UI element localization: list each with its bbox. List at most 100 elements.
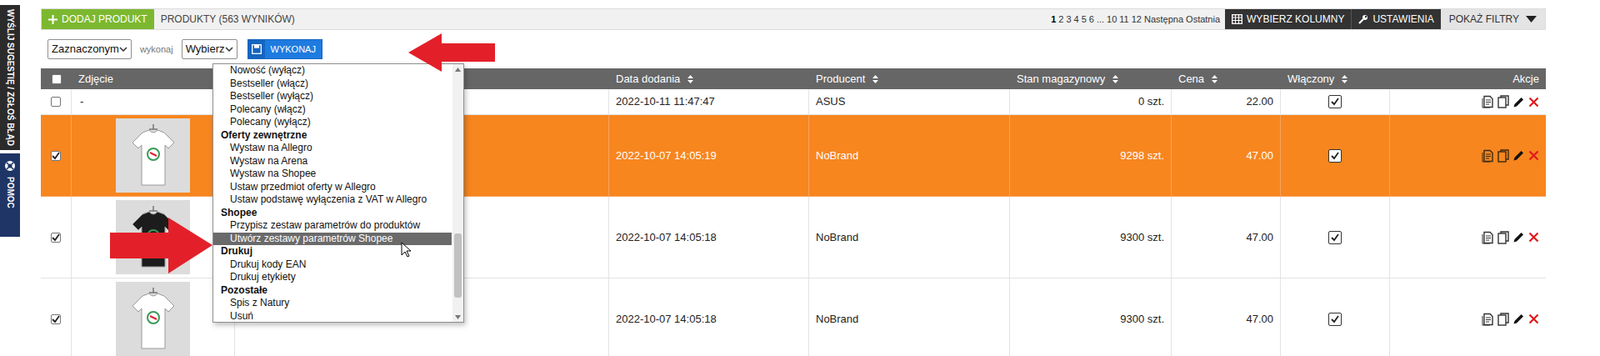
stock-text: 9298 szt. (1120, 147, 1165, 165)
show-filters-button[interactable]: POKAŻ FILTRY (1440, 9, 1545, 30)
delete-button[interactable] (1528, 96, 1540, 108)
dropdown-option[interactable]: Bestseller (włącz) (213, 77, 452, 91)
sort-icon (1340, 74, 1349, 85)
page-link[interactable]: 10 (1106, 12, 1117, 27)
dropdown-option[interactable]: Ustaw przedmiot oferty w Allegro (213, 180, 452, 195)
duplicate-button[interactable] (1497, 230, 1510, 245)
page-link[interactable]: 1 (1050, 12, 1056, 27)
edit-button[interactable] (1512, 95, 1525, 109)
delete-button[interactable] (1528, 231, 1540, 243)
row-select-cell (40, 115, 72, 196)
feedback-sidebar: WYŚLIJ SUGESTIĘ / ZGŁOŚ BŁĄD POMOC (0, 0, 20, 356)
delete-button[interactable] (1528, 313, 1540, 325)
page-link[interactable]: 5 (1081, 12, 1087, 27)
date-text: 2022-10-07 14:05:19 (615, 147, 717, 165)
edit-button[interactable] (1512, 312, 1525, 325)
help-tab[interactable]: POMOC (0, 153, 20, 237)
enabled-cell (1280, 196, 1390, 278)
details-button[interactable] (1481, 149, 1495, 163)
dropdown-option[interactable]: Drukuj kody EAN (213, 258, 452, 272)
dropdown-group: Oferty zewnętrzne (213, 129, 452, 143)
copy-icon (1497, 95, 1510, 109)
scroll-thumb[interactable] (454, 233, 462, 298)
pencil-icon (1512, 312, 1525, 325)
column-label: Producent (815, 70, 865, 88)
details-button[interactable] (1481, 312, 1495, 326)
table-icon (1231, 14, 1243, 25)
page-link[interactable]: ... (1096, 12, 1105, 27)
dropdown-option[interactable]: Usuń (213, 310, 452, 324)
column-label: Stan magazynowy (1016, 70, 1105, 88)
notes-icon (1481, 230, 1495, 245)
checkbox[interactable] (1328, 149, 1342, 163)
suggestion-tab[interactable]: WYŚLIJ SUGESTIĘ / ZGŁOŚ BŁĄD (0, 5, 20, 150)
execute-button[interactable]: WYKONAJ (247, 39, 323, 60)
duplicate-button[interactable] (1497, 95, 1510, 109)
checkbox[interactable] (50, 232, 61, 243)
action-dropdown[interactable]: Nowość (wyłącz)Bestseller (włącz)Bestsel… (212, 63, 465, 323)
details-button[interactable] (1481, 230, 1495, 245)
header-cell[interactable]: Stan magazynowy (1010, 68, 1172, 90)
page-link[interactable]: 11 (1119, 12, 1129, 27)
dropdown-option[interactable]: Spis z Natury (213, 296, 452, 310)
duplicate-button[interactable] (1497, 312, 1510, 326)
dropdown-option[interactable]: Ustaw podstawę wyłączenia z VAT w Allegr… (213, 193, 452, 207)
checkbox[interactable] (1328, 95, 1342, 109)
edit-button[interactable] (1512, 230, 1525, 244)
dropdown-option[interactable]: Przypisz zestaw parametrów do produktów (213, 219, 452, 233)
product-photo[interactable] (115, 118, 190, 193)
scroll-down-icon (455, 311, 461, 322)
column-label: Zdjęcie (78, 70, 114, 88)
notes-icon (1481, 95, 1495, 109)
edit-button[interactable] (1512, 149, 1525, 162)
add-product-button[interactable]: DODAJ PRODUKT (41, 9, 155, 30)
header-cell[interactable]: Producent (809, 68, 1010, 90)
page-link[interactable]: 6 (1089, 12, 1095, 27)
dropdown-option[interactable]: Polecany (wyłącz) (213, 115, 452, 130)
producer-text: NoBrand (815, 147, 859, 165)
scope-select[interactable]: Zaznaczonym (47, 39, 132, 60)
row-select-cell (40, 196, 72, 278)
dropdown-option[interactable]: Wystaw na Allegro (213, 141, 452, 155)
stock-text: 0 szt. (1138, 93, 1165, 110)
delete-button[interactable] (1528, 150, 1540, 161)
page-link[interactable]: 2 (1058, 12, 1064, 27)
scroll-up-icon (455, 64, 461, 75)
page-link[interactable]: Następna (1144, 12, 1184, 27)
dropdown-option[interactable]: Wystaw na Arena (213, 155, 452, 169)
header-cell[interactable]: Data dodania (609, 68, 810, 90)
dropdown-option[interactable]: Drukuj etykiety (213, 270, 452, 285)
producer-cell: NoBrand (809, 278, 1010, 356)
page-link[interactable]: 3 (1065, 12, 1071, 27)
checkbox[interactable] (50, 150, 61, 161)
dropdown-option[interactable]: Polecany (włącz) (213, 103, 452, 117)
header-cell[interactable]: Włączony (1280, 68, 1390, 90)
stock-text: 9300 szt. (1120, 310, 1165, 328)
dropdown-option[interactable]: Nowość (wyłącz) (213, 64, 452, 78)
page-link[interactable]: 4 (1074, 12, 1080, 27)
product-photo[interactable] (115, 281, 190, 356)
page-link[interactable]: 12 (1131, 12, 1142, 27)
duplicate-button[interactable] (1497, 149, 1510, 163)
checkbox[interactable] (51, 74, 62, 85)
dropdown-option[interactable]: Wystaw na Shopee (213, 167, 452, 181)
dropdown-option[interactable]: Bestseller (wyłącz) (213, 90, 452, 104)
dropdown-option[interactable]: Utwórz zestawy parametrów Shopee (213, 232, 452, 246)
toolbar: DODAJ PRODUKTPRODUKTY (563 WYNIKÓW)12345… (40, 8, 1546, 30)
checkbox[interactable] (1328, 230, 1342, 245)
sort-icon (1111, 74, 1120, 85)
pagination: 123456...101112NastępnaOstatnia (1045, 9, 1225, 30)
action-select[interactable]: Wybierz (181, 39, 238, 60)
checkbox[interactable] (50, 96, 61, 107)
checkbox[interactable] (1328, 312, 1342, 326)
details-button[interactable] (1481, 95, 1495, 109)
settings-button[interactable]: USTAWIENIA (1351, 9, 1440, 30)
checkbox[interactable] (50, 314, 61, 325)
copy-icon (1497, 312, 1510, 326)
header-cell[interactable]: Cena (1171, 68, 1281, 90)
dropdown-scrollbar[interactable] (452, 64, 464, 322)
results-count: PRODUKTY (563 WYNIKÓW) (154, 9, 302, 30)
product-list: DODAJ PRODUKTPRODUKTY (563 WYNIKÓW)12345… (40, 0, 1546, 356)
page-link[interactable]: Ostatnia (1185, 12, 1220, 27)
choose-columns-button[interactable]: WYBIERZ KOLUMNY (1225, 9, 1352, 30)
